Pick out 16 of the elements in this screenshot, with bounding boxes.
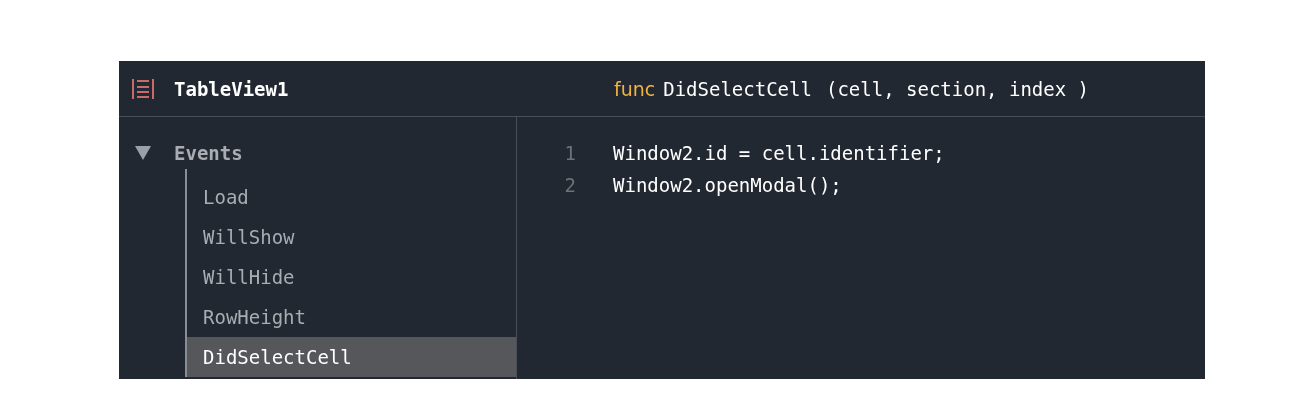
component-title: TableView1: [174, 77, 289, 100]
function-params: (cell, section, index ): [825, 77, 1090, 100]
func-keyword: func: [614, 77, 656, 100]
code-line: Window2.id = cell.identifier;: [613, 142, 945, 164]
code-line: Window2.openModal();: [613, 174, 842, 196]
event-item[interactable]: Load: [187, 177, 516, 217]
line-number: 2: [563, 174, 576, 196]
event-item[interactable]: WillHide: [187, 257, 516, 297]
collapse-triangle-icon[interactable]: [135, 146, 151, 160]
list-icon: [132, 78, 154, 99]
event-item[interactable]: RowHeight: [187, 297, 516, 337]
line-number: 1: [563, 142, 576, 164]
group-label[interactable]: Events: [174, 142, 243, 164]
function-name: DidSelectCell: [663, 77, 812, 100]
event-item[interactable]: DidSelectCell: [187, 337, 516, 377]
event-item[interactable]: WillShow: [187, 217, 516, 257]
